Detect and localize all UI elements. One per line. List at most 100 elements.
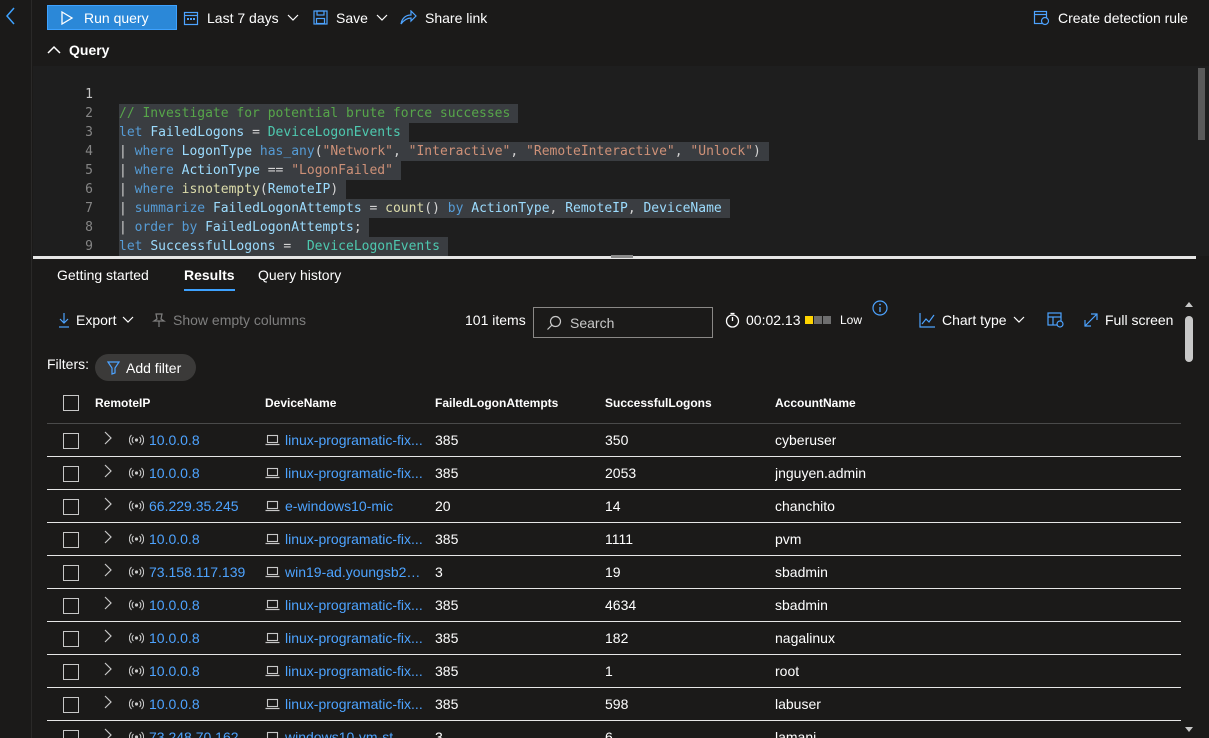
failedlogonattempts-cell: 385 — [435, 696, 459, 712]
play-icon — [61, 10, 74, 25]
scroll-up-icon[interactable] — [1184, 300, 1194, 308]
table-row[interactable]: 10.0.0.8 linux-programatic-fix... 385 598 la… — [47, 688, 1181, 721]
column-header-failedlogonattempts[interactable]: FailedLogonAttempts — [435, 396, 558, 410]
results-scrollbar[interactable] — [1181, 296, 1196, 738]
remoteip-link[interactable]: 10.0.0.8 — [149, 663, 200, 679]
column-header-accountname[interactable]: AccountName — [775, 396, 856, 410]
save-dropdown[interactable]: Save — [313, 5, 388, 30]
tab-query-history[interactable]: Query history — [258, 267, 341, 289]
devicename-link[interactable]: linux-programatic-fix... — [285, 696, 423, 712]
row-checkbox[interactable] — [63, 532, 79, 548]
table-row[interactable]: 73.248.70.162 windows10-vm-st... 3 6 lamani — [47, 721, 1181, 738]
devicename-link[interactable]: win19-ad.youngsb24.... — [285, 564, 427, 580]
row-checkbox[interactable] — [63, 466, 79, 482]
remoteip-link[interactable]: 10.0.0.8 — [149, 432, 200, 448]
table-row[interactable]: 10.0.0.8 linux-programatic-fix... 385 350 cy… — [47, 424, 1181, 457]
devicename-link[interactable]: windows10-vm-st... — [285, 729, 405, 738]
chevron-right-icon[interactable] — [102, 464, 114, 478]
remoteip-link[interactable]: 10.0.0.8 — [149, 696, 200, 712]
row-checkbox[interactable] — [63, 631, 79, 647]
add-filter-label: Add filter — [126, 359, 182, 376]
remoteip-cell: 73.158.117.139 — [129, 564, 269, 580]
failedlogonattempts-cell: 385 — [435, 432, 459, 448]
devicename-link[interactable]: linux-programatic-fix... — [285, 531, 423, 547]
devicename-link[interactable]: linux-programatic-fix... — [285, 432, 423, 448]
table-row[interactable]: 10.0.0.8 linux-programatic-fix... 385 2053 j… — [47, 457, 1181, 490]
create-detection-rule-button[interactable]: Create detection rule — [1033, 5, 1188, 30]
query-editor[interactable]: 1 // Investigate for potential brute for… — [33, 66, 1196, 256]
column-header-remoteip[interactable]: RemoteIP — [95, 396, 150, 410]
successfullogons-cell: 2053 — [605, 465, 637, 481]
devicename-link[interactable]: linux-programatic-fix... — [285, 630, 423, 646]
remoteip-link[interactable]: 10.0.0.8 — [149, 630, 200, 646]
select-all-checkbox[interactable] — [63, 395, 79, 411]
query-section-toggle[interactable]: Query — [47, 40, 109, 60]
expand-icon — [1084, 313, 1098, 327]
remoteip-link[interactable]: 10.0.0.8 — [149, 597, 200, 613]
table-row[interactable]: 10.0.0.8 linux-programatic-fix... 385 182 na… — [47, 622, 1181, 655]
row-checkbox[interactable] — [63, 664, 79, 680]
devicename-link[interactable]: e-windows10-mic — [285, 498, 393, 514]
column-header-successfullogons[interactable]: SuccessfulLogons — [605, 396, 712, 410]
laptop-icon — [265, 500, 280, 512]
remoteip-link[interactable]: 66.229.35.245 — [149, 498, 239, 514]
table-row[interactable]: 10.0.0.8 linux-programatic-fix... 385 1 root — [47, 655, 1181, 688]
calendar-icon — [183, 11, 199, 25]
export-dropdown[interactable]: Export — [58, 306, 134, 334]
results-scrollbar-thumb[interactable] — [1185, 316, 1193, 362]
row-checkbox[interactable] — [63, 730, 79, 738]
share-icon — [400, 10, 417, 25]
time-range-dropdown[interactable]: Last 7 days — [183, 5, 299, 30]
laptop-icon — [265, 665, 280, 677]
row-checkbox[interactable] — [63, 565, 79, 581]
devicename-cell: linux-programatic-fix... — [265, 630, 435, 646]
devicename-link[interactable]: linux-programatic-fix... — [285, 663, 423, 679]
query-toolbar: Run query Last 7 days Save Share link Cr… — [33, 0, 1209, 36]
customize-columns-button[interactable] — [1047, 306, 1064, 334]
results-search-input[interactable]: Search — [533, 307, 713, 338]
chevron-right-icon[interactable] — [102, 563, 114, 577]
table-row[interactable]: 66.229.35.245 e-windows10-mic 20 14 chanchit… — [47, 490, 1181, 523]
devicename-link[interactable]: linux-programatic-fix... — [285, 465, 423, 481]
chevron-left-icon[interactable] — [4, 6, 18, 26]
scroll-down-icon[interactable] — [1184, 726, 1194, 734]
remoteip-link[interactable]: 10.0.0.8 — [149, 465, 200, 481]
share-link-button[interactable]: Share link — [400, 5, 487, 30]
editor-scrollbar-thumb[interactable] — [1198, 68, 1205, 140]
chevron-right-icon[interactable] — [102, 695, 114, 709]
row-checkbox[interactable] — [63, 598, 79, 614]
tab-results[interactable]: Results — [184, 267, 235, 291]
row-checkbox[interactable] — [63, 697, 79, 713]
splitter-grip[interactable] — [611, 255, 633, 258]
chevron-right-icon[interactable] — [102, 431, 114, 445]
row-checkbox[interactable] — [63, 499, 79, 515]
column-header-devicename[interactable]: DeviceName — [265, 396, 336, 410]
chevron-right-icon[interactable] — [102, 728, 114, 738]
chevron-right-icon[interactable] — [102, 662, 114, 676]
accountname-cell: labuser — [775, 696, 821, 712]
network-icon — [129, 632, 144, 644]
chart-type-dropdown[interactable]: Chart type — [919, 306, 1025, 334]
chevron-right-icon[interactable] — [102, 497, 114, 511]
table-row[interactable]: 73.158.117.139 win19-ad.youngsb24.... 3 19 s… — [47, 556, 1181, 589]
chevron-right-icon[interactable] — [102, 530, 114, 544]
table-row[interactable]: 10.0.0.8 linux-programatic-fix... 385 4634 s… — [47, 589, 1181, 622]
run-query-button[interactable]: Run query — [47, 5, 177, 30]
chevron-right-icon[interactable] — [102, 629, 114, 643]
devicename-link[interactable]: linux-programatic-fix... — [285, 597, 423, 613]
full-screen-button[interactable]: Full screen — [1083, 306, 1173, 334]
accountname-cell: cyberuser — [775, 432, 837, 448]
editor-scrollbar[interactable] — [1196, 66, 1209, 256]
failedlogonattempts-cell: 385 — [435, 465, 459, 481]
show-empty-columns-toggle[interactable]: Show empty columns — [151, 306, 306, 334]
remoteip-link[interactable]: 73.158.117.139 — [149, 564, 245, 580]
table-row[interactable]: 10.0.0.8 linux-programatic-fix... 385 1111 p… — [47, 523, 1181, 556]
info-icon[interactable] — [872, 300, 888, 316]
remoteip-link[interactable]: 73.248.70.162 — [149, 729, 239, 738]
chevron-right-icon[interactable] — [102, 596, 114, 610]
add-filter-button[interactable]: Add filter — [95, 354, 196, 381]
tab-getting-started[interactable]: Getting started — [57, 267, 149, 289]
row-checkbox[interactable] — [63, 433, 79, 449]
remoteip-link[interactable]: 10.0.0.8 — [149, 531, 200, 547]
accountname-cell: nagalinux — [775, 630, 835, 646]
